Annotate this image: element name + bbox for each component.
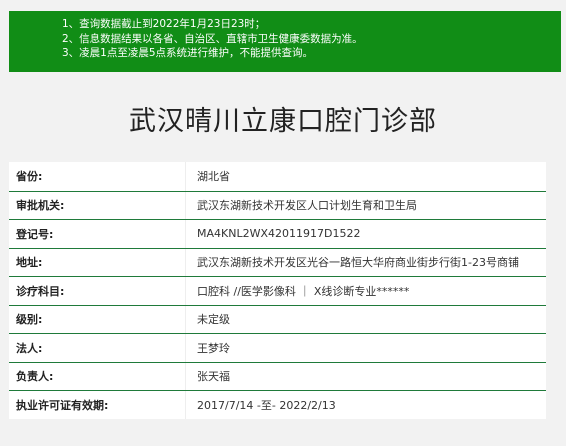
row-value: MA4KNL2WX42011917D1522 bbox=[197, 227, 361, 241]
row-label: 登记号: bbox=[16, 220, 186, 248]
table-row-legal-person: 法人: 王梦玲 bbox=[9, 333, 546, 362]
table-row-person-in-charge: 负责人: 张天福 bbox=[9, 361, 546, 390]
row-label: 负责人: bbox=[16, 362, 186, 390]
row-label: 地址: bbox=[16, 248, 186, 276]
row-value: 武汉东湖新技术开发区人口计划生育和卫生局 bbox=[197, 199, 417, 213]
row-label: 省份: bbox=[16, 162, 186, 191]
table-row-level: 级别: 未定级 bbox=[9, 304, 546, 333]
row-label: 法人: bbox=[16, 334, 186, 362]
notice-line: 2、信息数据结果以各省、自治区、直辖市卫生健康委数据为准。 bbox=[62, 32, 363, 45]
notice-line: 3、凌晨1点至凌晨5点系统进行维护，不能提供查询。 bbox=[62, 47, 314, 59]
table-row-registration: 登记号: MA4KNL2WX42011917D1522 bbox=[9, 219, 546, 248]
table-row-departments: 诊疗科目: 口腔科 //医学影像科 ｜ X线诊断专业****** bbox=[9, 276, 546, 305]
row-value: 未定级 bbox=[197, 313, 230, 327]
row-value: 2017/7/14 -至- 2022/2/13 bbox=[197, 398, 336, 412]
table-row-authority: 审批机关: 武汉东湖新技术开发区人口计划生育和卫生局 bbox=[9, 190, 546, 219]
clinic-detail-card: 武汉晴川立康口腔门诊部 省份: 湖北省 审批机关: 武汉东湖新技术开发区人口计划… bbox=[0, 78, 566, 446]
row-label: 执业许可证有效期: bbox=[16, 391, 186, 419]
row-label: 级别: bbox=[16, 305, 186, 333]
row-label: 审批机关: bbox=[16, 191, 186, 219]
row-label: 诊疗科目: bbox=[16, 277, 186, 305]
info-table: 省份: 湖北省 审批机关: 武汉东湖新技术开发区人口计划生育和卫生局 登记号: … bbox=[9, 162, 546, 419]
row-value: 张天福 bbox=[197, 370, 230, 384]
page-title: 武汉晴川立康口腔门诊部 bbox=[129, 106, 437, 137]
row-value: 王梦玲 bbox=[197, 341, 230, 355]
notice-line: 1、查询数据截止到2022年1月23日23时； bbox=[62, 18, 266, 30]
notice-banner: 1、查询数据截止到2022年1月23日23时； 2、信息数据结果以各省、自治区、… bbox=[9, 11, 561, 72]
table-row-address: 地址: 武汉东湖新技术开发区光谷一路恒大华府商业街步行街1-23号商铺 bbox=[9, 247, 546, 276]
row-value: 湖北省 bbox=[197, 170, 230, 184]
table-row-province: 省份: 湖北省 bbox=[9, 162, 546, 191]
row-value: 口腔科 //医学影像科 ｜ X线诊断专业****** bbox=[197, 284, 410, 298]
table-row-license-validity: 执业许可证有效期: 2017/7/14 -至- 2022/2/13 bbox=[9, 390, 546, 419]
row-value: 武汉东湖新技术开发区光谷一路恒大华府商业街步行街1-23号商铺 bbox=[197, 256, 519, 270]
